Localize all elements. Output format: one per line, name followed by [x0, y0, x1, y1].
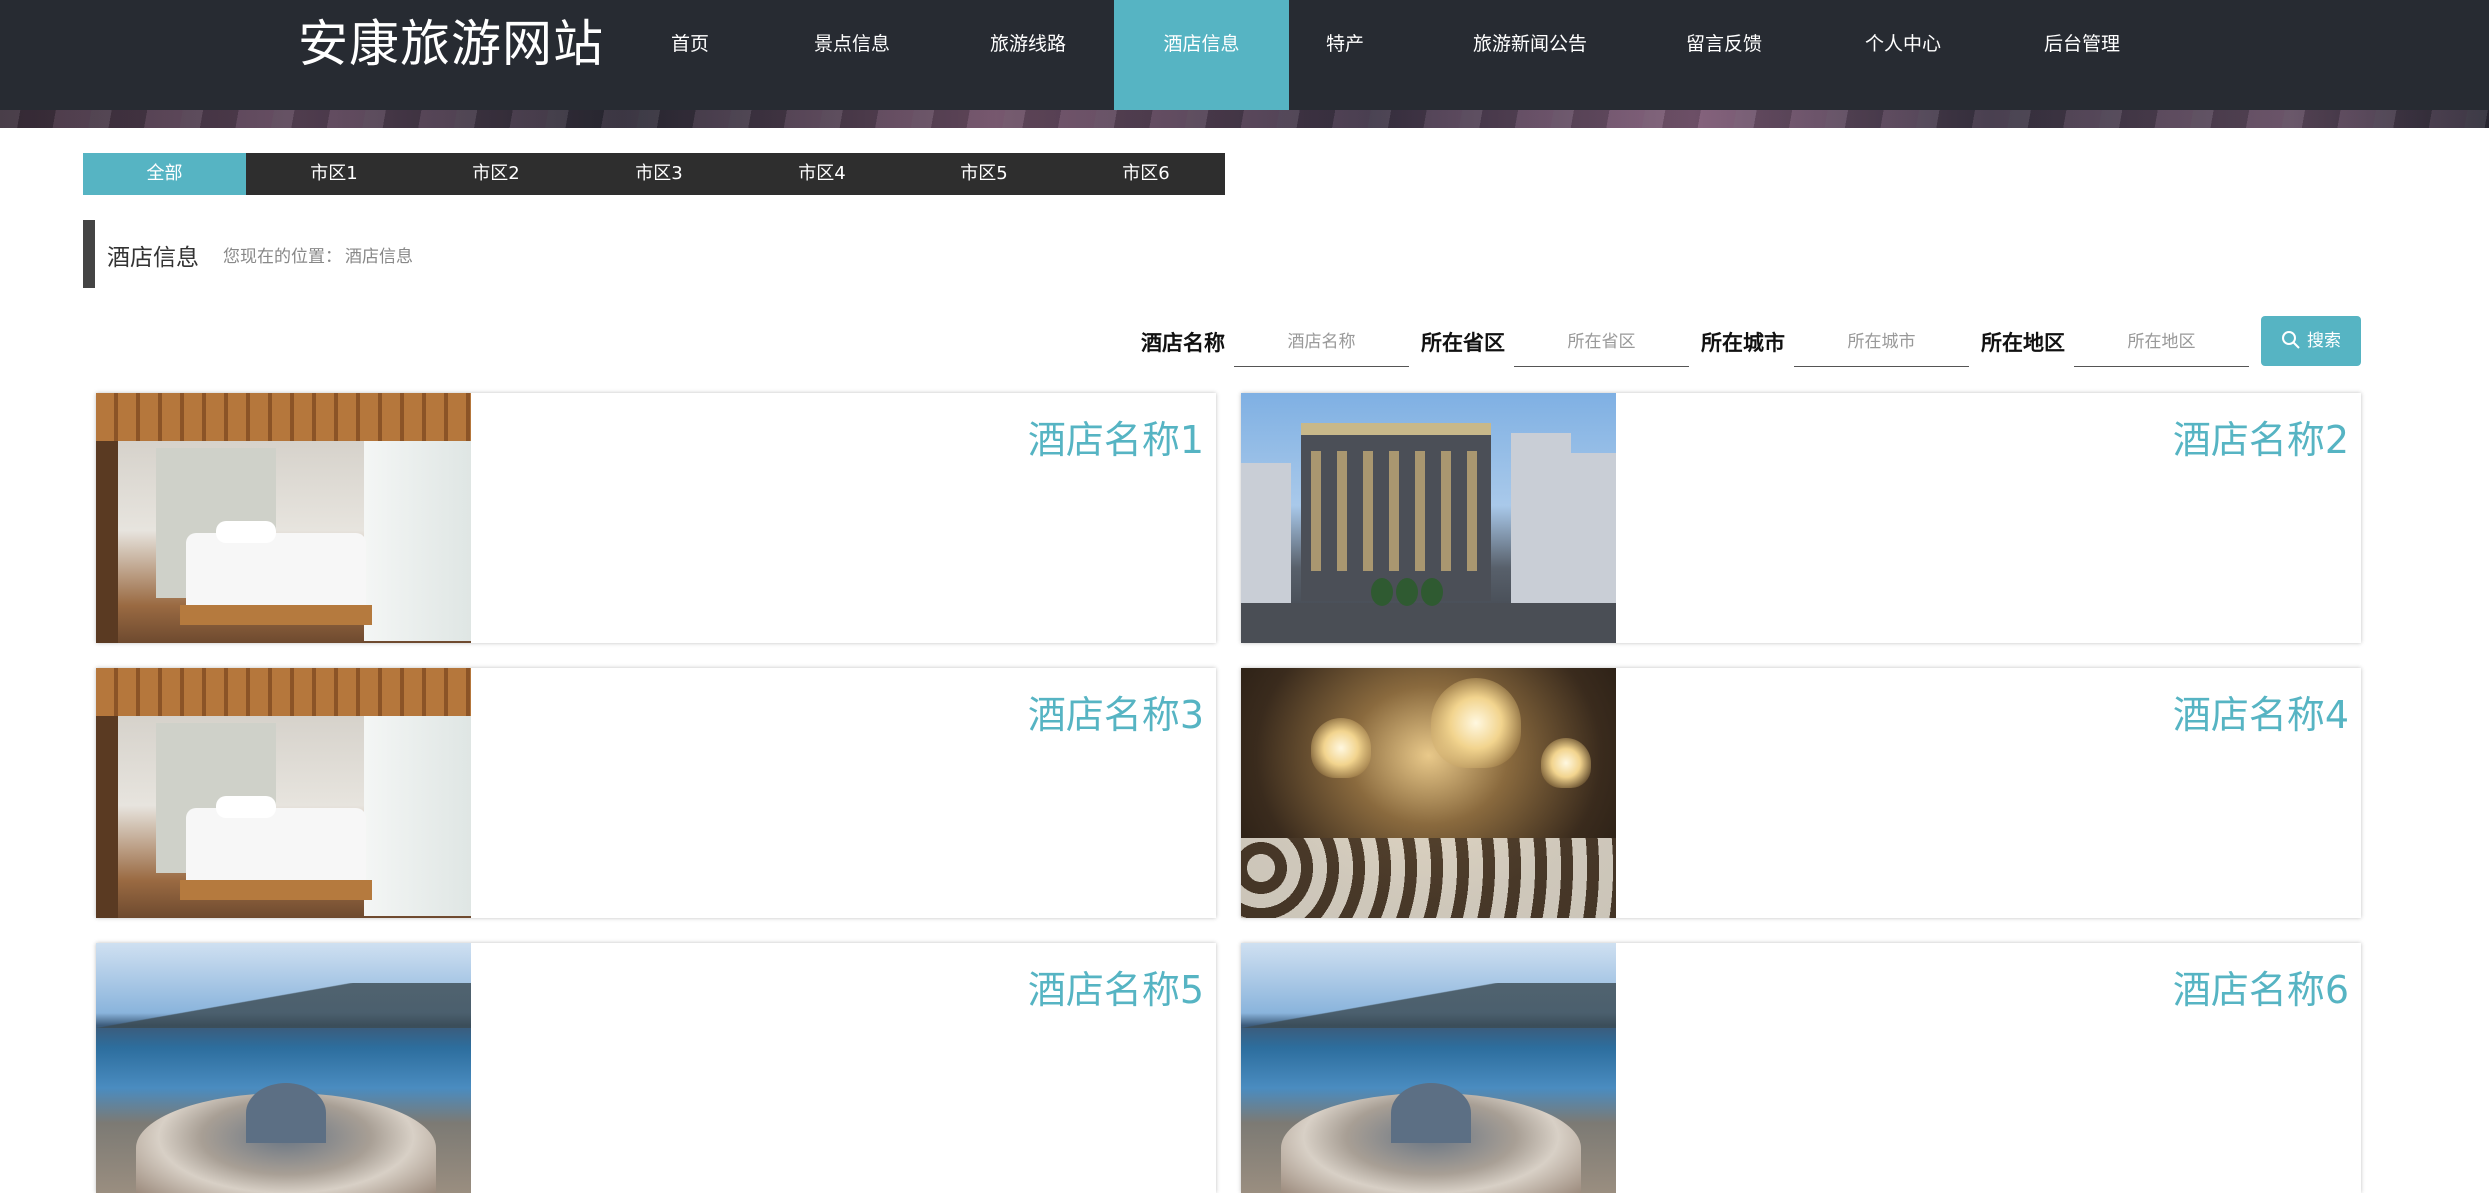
- hotel-name[interactable]: 酒店名称3: [1028, 684, 1204, 739]
- hotel-name[interactable]: 酒店名称4: [2173, 684, 2349, 739]
- nav-item-user-center[interactable]: 个人中心: [1851, 0, 1955, 110]
- area-label: 所在地区: [1981, 331, 2065, 355]
- nav-item-news[interactable]: 旅游新闻公告: [1460, 0, 1600, 110]
- tab-district-5[interactable]: 市区5: [904, 153, 1064, 195]
- province-label: 所在省区: [1421, 331, 1505, 355]
- hotel-card[interactable]: 酒店名称3: [96, 668, 1216, 918]
- hotel-card[interactable]: 酒店名称2: [1241, 393, 2361, 643]
- tab-district-6[interactable]: 市区6: [1066, 153, 1226, 195]
- district-tabs: 全部 市区1 市区2 市区3 市区4 市区5 市区6: [83, 153, 1225, 195]
- breadcrumb-current: 酒店信息: [345, 247, 413, 267]
- nav-item-admin[interactable]: 后台管理: [2030, 0, 2134, 110]
- hotel-name-label: 酒店名称: [1141, 331, 1225, 355]
- hotel-card[interactable]: 酒店名称1: [96, 393, 1216, 643]
- top-navbar: 安康旅游网站 首页 景点信息 旅游线路 酒店信息 特产 旅游新闻公告 留言反馈 …: [0, 0, 2489, 110]
- search-button[interactable]: 搜索: [2261, 316, 2361, 366]
- lakeside-resort-photo[interactable]: [96, 943, 471, 1193]
- hotel-card[interactable]: 酒店名称4: [1241, 668, 2361, 918]
- province-input[interactable]: [1514, 318, 1689, 367]
- breadcrumb-label: 您现在的位置：: [223, 247, 342, 267]
- hotel-name[interactable]: 酒店名称1: [1028, 409, 1204, 464]
- hotel-name[interactable]: 酒店名称2: [2173, 409, 2349, 464]
- tab-district-3[interactable]: 市区3: [579, 153, 739, 195]
- hotel-name[interactable]: 酒店名称5: [1028, 959, 1204, 1014]
- nav-item-home[interactable]: 首页: [638, 0, 742, 110]
- heading-accent-bar: [83, 220, 95, 288]
- site-title[interactable]: 安康旅游网站: [298, 12, 604, 76]
- nav-item-feedback[interactable]: 留言反馈: [1672, 0, 1776, 110]
- hotel-room-photo[interactable]: [96, 668, 471, 918]
- city-label: 所在城市: [1701, 331, 1785, 355]
- banner-image-strip: [0, 110, 2489, 128]
- hotel-card[interactable]: 酒店名称6: [1241, 943, 2361, 1193]
- page-title: 酒店信息: [107, 245, 199, 271]
- city-input[interactable]: [1794, 318, 1969, 367]
- hotel-building-photo[interactable]: [1241, 393, 1616, 643]
- hotel-card[interactable]: 酒店名称5: [96, 943, 1216, 1193]
- hotel-name-input[interactable]: [1234, 318, 1409, 367]
- tab-district-4[interactable]: 市区4: [742, 153, 902, 195]
- tab-district-1[interactable]: 市区1: [254, 153, 414, 195]
- hotel-name[interactable]: 酒店名称6: [2173, 959, 2349, 1014]
- nav-item-hotels[interactable]: 酒店信息: [1114, 0, 1289, 110]
- tab-all[interactable]: 全部: [83, 153, 246, 195]
- lakeside-resort-photo[interactable]: [1241, 943, 1616, 1193]
- banquet-hall-photo[interactable]: [1241, 668, 1616, 918]
- hotel-room-photo[interactable]: [96, 393, 471, 643]
- search-icon: [2282, 331, 2300, 349]
- page-heading: 酒店信息 您现在的位置： 酒店信息: [83, 220, 883, 288]
- nav-item-specialties[interactable]: 特产: [1300, 0, 1390, 110]
- main-nav: 首页 景点信息 旅游线路 酒店信息 特产 旅游新闻公告 留言反馈 个人中心 后台…: [638, 0, 2178, 110]
- tab-district-2[interactable]: 市区2: [416, 153, 576, 195]
- search-button-label: 搜索: [2307, 331, 2341, 351]
- nav-item-routes[interactable]: 旅游线路: [976, 0, 1080, 110]
- area-input[interactable]: [2074, 318, 2249, 367]
- nav-item-attractions[interactable]: 景点信息: [800, 0, 904, 110]
